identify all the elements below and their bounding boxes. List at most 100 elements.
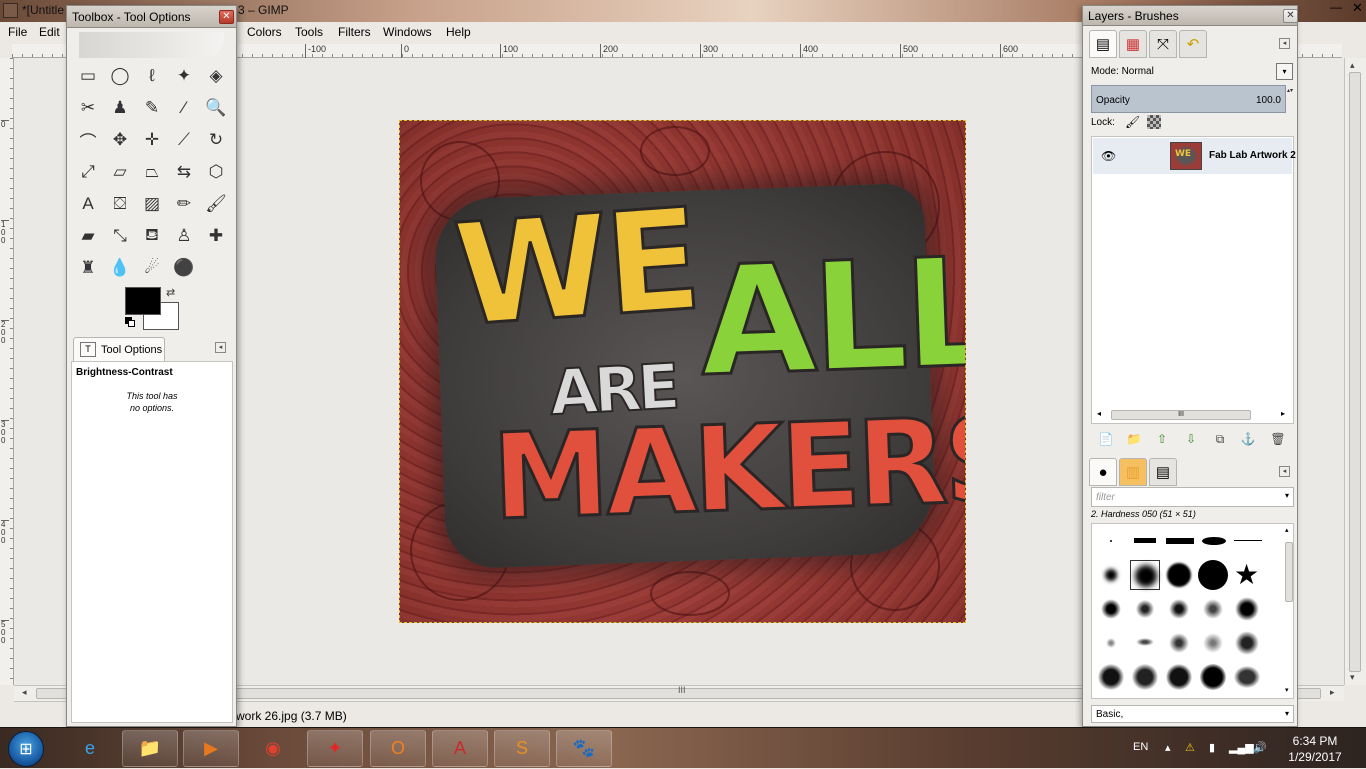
reset-colors-icon[interactable] xyxy=(125,317,135,327)
scroll-left-icon[interactable]: ◂ xyxy=(1097,409,1101,418)
dock-tab-menu-icon[interactable]: ◂ xyxy=(1279,38,1290,49)
gimp-taskbar-button[interactable]: 🐾 xyxy=(556,730,612,767)
new-layer-group-button[interactable]: 📁 xyxy=(1123,429,1145,449)
scroll-thumb[interactable]: III xyxy=(1111,410,1251,420)
sublime-taskbar-button[interactable]: S xyxy=(494,730,550,767)
toolbox-titlebar[interactable]: Toolbox - Tool Options ✕ xyxy=(67,6,236,28)
layers-list[interactable]: 👁 WE Fab Lab Artwork 2 ◂ III ▸ xyxy=(1091,136,1296,424)
brush-item[interactable] xyxy=(1164,662,1194,692)
brush-preset-dropdown[interactable]: Basic, ▾ xyxy=(1091,705,1294,723)
wilber-drop-area[interactable] xyxy=(79,32,224,58)
brush-item[interactable] xyxy=(1198,526,1228,556)
canvas-vertical-scrollbar[interactable]: ▴ ▾ xyxy=(1344,58,1366,685)
opacity-spinner[interactable]: ▴▾ xyxy=(1286,85,1294,113)
brush-item[interactable] xyxy=(1130,628,1160,658)
brush-item[interactable] xyxy=(1096,594,1126,624)
blur-icon[interactable]: 💧 xyxy=(107,255,133,281)
airbrush-icon[interactable]: ⤡ xyxy=(107,223,133,249)
align-icon[interactable]: ✛ xyxy=(139,127,165,153)
brush-item[interactable] xyxy=(1130,526,1160,556)
cage-transform-icon[interactable]: ⬡ xyxy=(203,159,229,185)
menu-tools[interactable]: Tools xyxy=(295,25,323,39)
scroll-down-icon[interactable]: ▾ xyxy=(1350,672,1355,683)
scroll-up-icon[interactable]: ▴ xyxy=(1350,60,1355,71)
brush-grid-scrollbar[interactable]: ▴ ▾ xyxy=(1285,524,1293,698)
scroll-thumb[interactable] xyxy=(1285,542,1293,602)
dock-titlebar[interactable]: Layers - Brushes ✕ xyxy=(1083,6,1298,26)
brush-item[interactable] xyxy=(1232,628,1262,658)
toolbox-close-button[interactable]: ✕ xyxy=(219,10,234,24)
acrobat-taskbar-button[interactable]: A xyxy=(432,730,488,767)
tab-menu-icon[interactable]: ◂ xyxy=(215,342,226,353)
rotate-icon[interactable]: ↻ xyxy=(203,127,229,153)
foreground-select-icon[interactable]: ♟ xyxy=(107,95,133,121)
brush-item[interactable] xyxy=(1232,662,1262,692)
chrome-taskbar-button[interactable]: ◉ xyxy=(245,730,301,767)
brush-tab-menu-icon[interactable]: ◂ xyxy=(1279,466,1290,477)
layer-name[interactable]: Fab Lab Artwork 2 xyxy=(1209,150,1296,161)
duplicate-layer-button[interactable]: ⧉ xyxy=(1209,429,1231,449)
scroll-left-icon[interactable]: ◂ xyxy=(22,687,27,698)
start-button[interactable]: ⊞ xyxy=(8,731,44,767)
scroll-right-icon[interactable]: ▸ xyxy=(1330,687,1335,698)
pencil-icon[interactable]: ✏ xyxy=(171,191,197,217)
paths-icon[interactable]: ✎ xyxy=(139,95,165,121)
brush-item[interactable] xyxy=(1198,594,1228,624)
ie-taskbar-button[interactable]: e xyxy=(62,730,118,767)
perspective-clone-icon[interactable]: ♜ xyxy=(75,255,101,281)
delete-layer-button[interactable]: 🗑 xyxy=(1267,429,1289,449)
brush-item[interactable] xyxy=(1164,628,1194,658)
scroll-down-icon[interactable]: ▾ xyxy=(1285,686,1289,694)
raise-layer-button[interactable]: ⇧ xyxy=(1151,429,1173,449)
bucket-fill-icon[interactable]: ⛋ xyxy=(107,191,133,217)
chevron-down-icon[interactable]: ▾ xyxy=(1285,491,1289,500)
window-close-button[interactable]: ✕ xyxy=(1349,0,1366,18)
show-hidden-icons[interactable]: ▴ xyxy=(1165,741,1171,754)
rect-select-icon[interactable]: ▭ xyxy=(75,63,101,89)
anchor-layer-button[interactable]: ⚓ xyxy=(1237,429,1259,449)
brush-item[interactable] xyxy=(1164,560,1194,590)
visibility-eye-icon[interactable]: 👁 xyxy=(1101,149,1116,163)
measure-icon[interactable]: ⌒ xyxy=(75,127,101,153)
brush-item[interactable] xyxy=(1096,560,1126,590)
volume-icon[interactable]: 🔊 xyxy=(1253,741,1267,754)
tab-gradients[interactable]: ▤ xyxy=(1149,458,1177,486)
brush-item[interactable] xyxy=(1130,594,1160,624)
explorer-taskbar-button[interactable]: 📁 xyxy=(122,730,178,767)
lock-alpha-icon[interactable] xyxy=(1147,115,1161,129)
menu-windows[interactable]: Windows xyxy=(383,25,432,39)
tab-paths[interactable]: ⤧ xyxy=(1149,30,1177,58)
media-player-taskbar-button[interactable]: ▶ xyxy=(183,730,239,767)
brush-item[interactable] xyxy=(1096,526,1126,556)
brush-item[interactable] xyxy=(1232,594,1262,624)
image-canvas[interactable]: WE ALL ARE MAKERS xyxy=(399,120,966,623)
crop-icon[interactable]: ⟋ xyxy=(171,127,197,153)
brush-item[interactable] xyxy=(1198,662,1228,692)
tab-layers[interactable]: ▤ xyxy=(1089,30,1117,58)
tab-undo-history[interactable]: ↶ xyxy=(1179,30,1207,58)
brush-item[interactable] xyxy=(1096,662,1126,692)
scissors-select-icon[interactable]: ✂ xyxy=(75,95,101,121)
language-indicator[interactable]: EN xyxy=(1133,741,1148,753)
menu-edit[interactable]: Edit xyxy=(39,25,60,39)
eraser-icon[interactable]: ▰ xyxy=(75,223,101,249)
scroll-right-icon[interactable]: ▸ xyxy=(1281,409,1285,418)
brush-item[interactable] xyxy=(1198,560,1228,590)
ink-icon[interactable]: ⛾ xyxy=(139,223,165,249)
tab-tool-options[interactable]: T Tool Options xyxy=(73,337,165,361)
brush-item[interactable] xyxy=(1198,628,1228,658)
foreground-color-swatch-top[interactable] xyxy=(125,287,161,315)
heal-icon[interactable]: ✚ xyxy=(203,223,229,249)
brush-filter-input[interactable]: filter ▾ xyxy=(1091,487,1294,507)
outlook-taskbar-button[interactable]: O xyxy=(370,730,426,767)
move-icon[interactable]: ✥ xyxy=(107,127,133,153)
paintbrush-icon[interactable]: 🖌 xyxy=(203,191,229,217)
layers-horizontal-scrollbar[interactable]: ◂ III ▸ xyxy=(1093,409,1292,421)
scroll-up-icon[interactable]: ▴ xyxy=(1285,526,1289,534)
tab-patterns[interactable]: ▥ xyxy=(1119,458,1147,486)
menu-colors[interactable]: Colors xyxy=(247,25,282,39)
scale-icon[interactable]: ⤢ xyxy=(75,159,101,185)
select-by-color-icon[interactable]: ◈ xyxy=(203,63,229,89)
app-red-taskbar-button[interactable]: ✦ xyxy=(307,730,363,767)
smudge-icon[interactable]: ☄ xyxy=(139,255,165,281)
